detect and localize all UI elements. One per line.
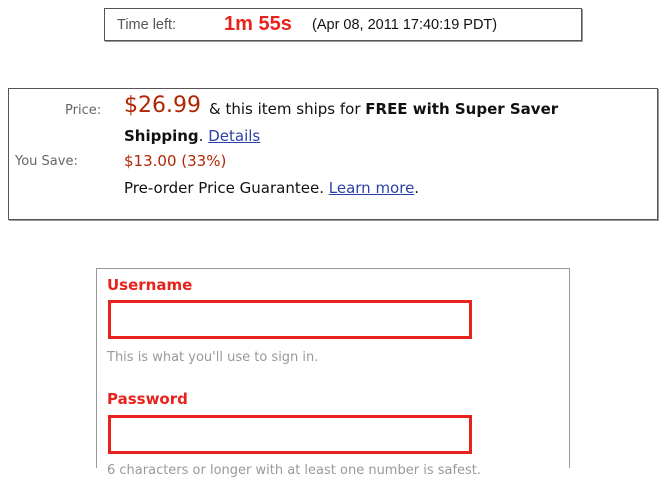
shipping-period: . [198,127,204,145]
password-label: Password [107,390,188,408]
password-hint: 6 characters or longer with at least one… [107,463,482,478]
time-remaining-value: 1m 55s [224,13,292,35]
time-left-label: Time left: [117,17,177,33]
shipping-line-2: Shipping. Details [124,127,260,145]
price-guarantee-text: Pre-order Price Guarantee. [124,179,324,197]
password-input[interactable] [108,415,472,454]
price-value: $26.99 [124,93,201,118]
auction-end-date: (Apr 08, 2011 17:40:19 PDT) [312,17,498,33]
free-shipping-text: FREE with Super Saver [365,100,559,118]
auction-time-left-panel: Time left: 1m 55s (Apr 08, 2011 17:40:19… [104,8,582,41]
username-hint: This is what you'll use to sign in. [107,350,319,365]
signup-form: Username This is what you'll use to sign… [96,268,570,478]
price-block-panel: Price: $26.99 & this item ships for FREE… [8,88,658,220]
learn-more-link[interactable]: Learn more [329,179,415,197]
shipping-text: & this item ships for FREE with Super Sa… [209,100,558,118]
shipping-prefix: & this item ships for [209,100,361,118]
details-link[interactable]: Details [208,127,260,145]
free-shipping-text-2: Shipping [124,127,199,145]
guarantee-period: . [414,179,420,197]
price-label: Price: [65,103,102,118]
price-guarantee-line: Pre-order Price Guarantee. Learn more. [124,179,419,197]
you-save-value: $13.00 (33%) [124,152,227,170]
username-input[interactable] [108,300,472,339]
username-label: Username [107,276,193,294]
you-save-label: You Save: [15,154,78,169]
